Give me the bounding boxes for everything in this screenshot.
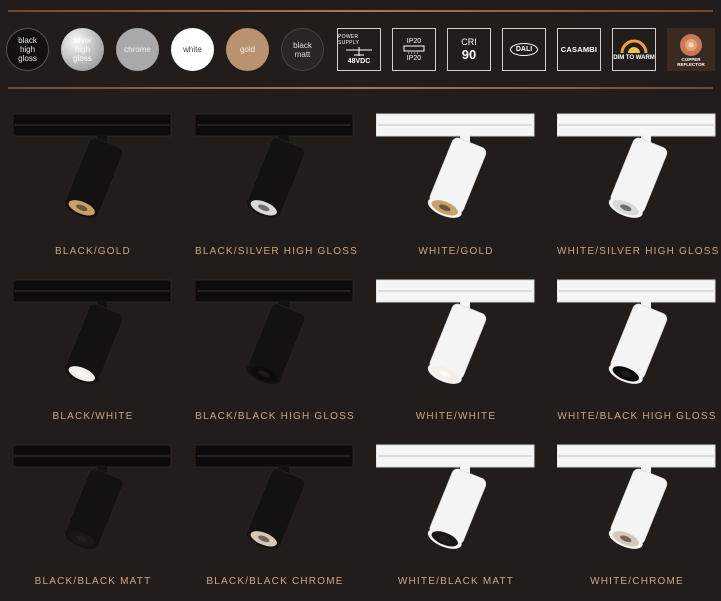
product-image — [557, 276, 717, 396]
product-image — [376, 110, 536, 230]
product-image — [195, 441, 355, 561]
product-image — [13, 110, 173, 230]
swatch-label-line: silver — [73, 36, 92, 45]
track-spotlight-icon — [376, 279, 535, 384]
copper-reflector-badge: COPPER REFLECTOR — [667, 28, 715, 71]
product-label: WHITE/GOLD — [418, 246, 494, 257]
copper-label-line1: COPPER — [681, 56, 701, 62]
product-label: BLACK/BLACK HIGH GLOSS — [195, 411, 355, 422]
product-image — [557, 441, 717, 561]
dali-badge: DALI — [502, 28, 546, 71]
ip-rating-top: IP20 — [406, 37, 422, 45]
swatch-label-line: black — [293, 40, 312, 50]
copper-label-line2: REFLECTOR — [677, 61, 705, 67]
dim-to-warm-label: DIM TO WARM — [613, 54, 655, 61]
product-label: WHITE/BLACK MATT — [397, 576, 515, 587]
swatch-label-line: black — [18, 36, 37, 45]
cri-value: 90 — [461, 47, 477, 62]
swatch-gold: gold — [226, 28, 269, 71]
swatch-chrome: chrome — [116, 28, 159, 71]
swatch-label-line: white — [183, 45, 202, 54]
track-spotlight-icon — [13, 444, 172, 549]
dali-logo: DALI — [509, 43, 539, 56]
track-spotlight-icon — [195, 279, 354, 384]
power-supply-value: 48VDC — [347, 58, 371, 65]
swatch-label-line: high — [19, 45, 36, 54]
dim-to-warm-icon — [620, 39, 648, 53]
product-image — [195, 276, 355, 396]
product-image — [557, 110, 717, 230]
product-image — [195, 110, 355, 230]
power-supply-badge: POWER SUPPLY 48VDC — [337, 28, 381, 71]
copper-reflector-icon — [680, 33, 702, 56]
casambi-badge: CASAMBI — [557, 28, 601, 71]
swatch-label-line: gloss — [18, 54, 37, 63]
swatch-label-line: gold — [239, 45, 256, 54]
power-supply-caption: POWER SUPPLY — [338, 34, 360, 46]
swatch-white: white — [171, 28, 214, 71]
casambi-logo: CASAMBI — [560, 45, 598, 54]
product-image — [376, 441, 536, 561]
product-label: BLACK/GOLD — [55, 246, 131, 257]
product-label: WHITE/CHROME — [590, 576, 684, 587]
swatch-label-line: matt — [294, 49, 311, 59]
ip-rating-bottom: IP20 — [406, 54, 422, 62]
swatch-label-line: gloss — [73, 54, 92, 63]
swatch-black-matt: black matt — [281, 28, 324, 71]
track-spotlight-icon — [557, 113, 716, 218]
product-image — [13, 441, 173, 561]
track-spotlight-icon — [13, 279, 172, 384]
product-label: WHITE/WHITE — [415, 411, 497, 422]
product-label: BLACK/BLACK MATT — [34, 576, 152, 587]
track-spotlight-icon — [557, 279, 716, 384]
dim-to-warm-badge: DIM TO WARM — [612, 28, 656, 71]
product-image — [376, 276, 536, 396]
section-divider — [8, 87, 713, 89]
cri-label: CRI — [461, 37, 477, 47]
swatch-silver-high-gloss: silver high gloss — [61, 28, 104, 71]
swatch-label-line: high — [74, 45, 91, 54]
product-label: BLACK/BLACK CHROME — [206, 576, 344, 587]
plug-icon — [346, 47, 372, 56]
ip-rating-badge: IP20 IP20 — [392, 28, 436, 71]
product-image — [13, 276, 173, 396]
product-label: WHITE/SILVER HIGH GLOSS — [557, 246, 720, 257]
track-spotlight-icon — [557, 444, 716, 549]
track-spotlight-icon — [376, 444, 535, 549]
track-spotlight-icon — [376, 113, 535, 218]
track-spotlight-icon — [195, 113, 354, 218]
product-label: BLACK/SILVER HIGH GLOSS — [195, 246, 359, 257]
swatch-black-high-gloss: black high gloss — [6, 28, 49, 71]
product-label: BLACK/WHITE — [52, 411, 134, 422]
top-divider — [8, 10, 713, 12]
cri-badge: CRI 90 — [447, 28, 491, 71]
product-label: WHITE/BLACK HIGH GLOSS — [557, 411, 717, 422]
track-spotlight-icon — [13, 113, 172, 218]
spotlight-icon — [403, 45, 425, 53]
swatch-label-line: chrome — [124, 45, 151, 54]
track-spotlight-icon — [195, 444, 354, 549]
